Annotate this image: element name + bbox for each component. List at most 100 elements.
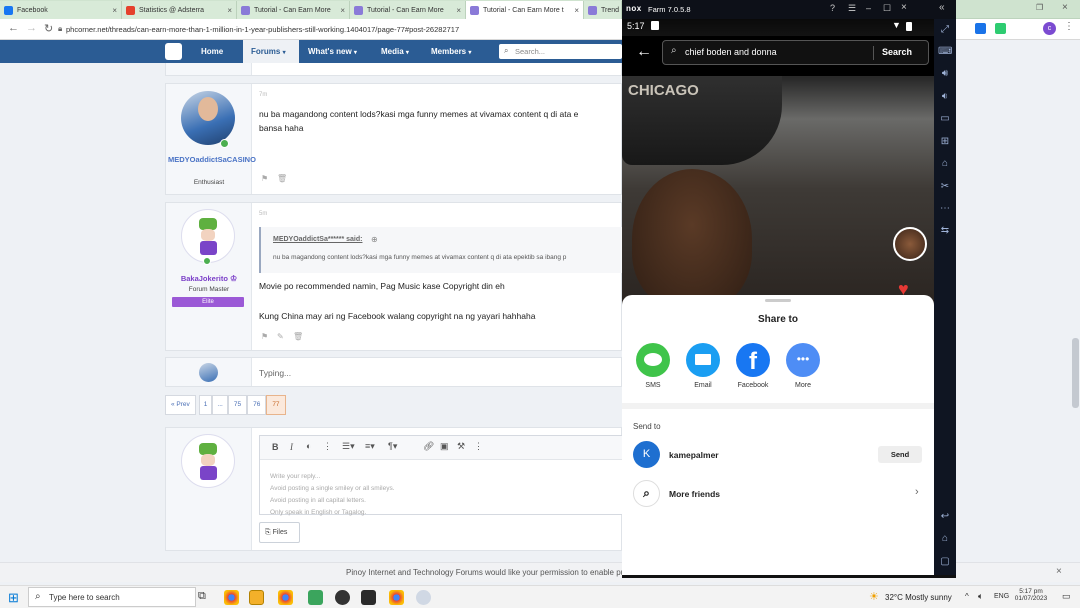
creator-avatar[interactable] xyxy=(893,227,927,261)
expand-quote-icon[interactable]: ⊕ xyxy=(371,235,378,244)
menu-icon[interactable]: ☰ xyxy=(848,3,856,14)
bold-icon[interactable]: B xyxy=(272,442,279,452)
close-icon[interactable]: × xyxy=(901,2,907,13)
quote-author[interactable]: MEDYOaddictSa****** said: xyxy=(273,236,362,243)
username[interactable]: BakaJokerito ♔ xyxy=(168,274,250,284)
files-button[interactable]: ⎘ Files xyxy=(259,522,300,543)
close-icon[interactable]: × xyxy=(1056,566,1062,577)
taskbar-search[interactable]: ⌕ Type here to search xyxy=(28,587,196,607)
contact-name[interactable]: kamepalmer xyxy=(669,450,719,460)
page-1-button[interactable]: 1 xyxy=(198,395,213,415)
tab-tutorial-1[interactable]: Tutorial - Can Earn More × xyxy=(237,1,350,19)
site-logo[interactable] xyxy=(165,43,182,60)
more-options-icon[interactable]: ⋮ xyxy=(474,441,483,452)
nox-taskbar-icon[interactable] xyxy=(361,590,376,605)
nav-whats-new[interactable]: What's new ▾ xyxy=(308,40,357,63)
close-icon[interactable]: × xyxy=(340,6,345,15)
url-field[interactable]: phcorner.net/threads/can-earn-more-than-… xyxy=(66,22,626,37)
back-icon[interactable]: ↩ xyxy=(938,511,952,522)
scissors-icon[interactable]: ✂ xyxy=(938,181,952,192)
email-icon[interactable] xyxy=(686,343,720,377)
close-icon[interactable]: × xyxy=(456,6,461,15)
fullscreen-icon[interactable]: ⤢ xyxy=(938,24,952,35)
sms-icon[interactable] xyxy=(636,343,670,377)
menu-kebab-icon[interactable]: ⋮ xyxy=(1064,21,1074,32)
volume-down-icon[interactable]: 🔉︎ xyxy=(938,91,952,102)
home-icon[interactable]: ⌂ xyxy=(938,533,952,544)
tab-trend[interactable]: Trend xyxy=(584,1,622,19)
more-formatting-icon[interactable]: ⋮ xyxy=(323,441,332,452)
page-77-current[interactable]: 77 xyxy=(266,395,286,415)
reload-icon[interactable]: ↻ xyxy=(44,22,53,35)
chevron-up-icon[interactable]: ^ xyxy=(965,592,969,601)
search-button[interactable]: Search xyxy=(882,47,912,57)
more-friends-link[interactable]: More friends xyxy=(669,489,720,499)
forward-icon[interactable]: → xyxy=(26,22,37,34)
language-indicator[interactable]: ENG xyxy=(994,593,1009,600)
edit-icon[interactable]: ✎ xyxy=(277,332,284,341)
task-view-icon[interactable]: ⧉ xyxy=(198,590,206,603)
facebook-icon[interactable]: f xyxy=(736,343,770,377)
share-sms-label[interactable]: SMS xyxy=(628,382,678,389)
contact-avatar[interactable]: K xyxy=(633,441,660,468)
chrome-icon[interactable] xyxy=(224,590,239,605)
back-icon[interactable]: ← xyxy=(8,22,19,34)
app-icon[interactable] xyxy=(308,590,323,605)
flag-icon[interactable]: ⚑ xyxy=(261,174,268,183)
more-icon[interactable]: ⋯ xyxy=(938,203,952,214)
screen-icon[interactable]: ▭ xyxy=(938,113,952,124)
image-icon[interactable]: ▣ xyxy=(440,441,449,452)
app-icon[interactable] xyxy=(416,590,431,605)
align-icon[interactable]: ≡▾ xyxy=(365,441,375,452)
notifications-icon[interactable]: ▭ xyxy=(1062,591,1071,602)
tab-facebook[interactable]: Facebook × xyxy=(0,1,122,19)
minimize-icon[interactable]: – xyxy=(866,3,871,13)
tab-adsterra[interactable]: Statistics @ Adsterra × xyxy=(122,1,237,19)
editor-area[interactable]: B I ◐ ⋮ ☰▾ ≡▾ ¶▾ 🔗︎ ▣ ⚒ ⋮ Write your rep… xyxy=(259,435,624,516)
clock[interactable]: 5:17 pm 01/07/2023 xyxy=(1014,588,1048,602)
extension-icon[interactable] xyxy=(975,23,986,34)
app-icon[interactable] xyxy=(335,590,350,605)
trash-icon[interactable]: 🗑︎ xyxy=(293,332,303,341)
scrollbar-thumb[interactable] xyxy=(1072,338,1079,408)
close-icon[interactable]: × xyxy=(112,6,117,15)
sticky-notes-icon[interactable] xyxy=(249,590,264,605)
share-facebook-label[interactable]: Facebook xyxy=(728,382,778,389)
nav-members[interactable]: Members ▾ xyxy=(431,40,471,63)
share-more-label[interactable]: More xyxy=(778,382,828,389)
link-icon[interactable]: 🔗︎ xyxy=(423,441,434,452)
windows-start-icon[interactable]: ⊞ xyxy=(8,590,19,606)
page-76-button[interactable]: 76 xyxy=(247,395,267,415)
close-window-icon[interactable]: × xyxy=(1062,2,1068,13)
italic-icon[interactable]: I xyxy=(290,442,293,452)
chrome-icon[interactable] xyxy=(389,590,404,605)
recent-apps-icon[interactable]: ▢ xyxy=(938,556,952,567)
toolbox-icon[interactable]: ⌂ xyxy=(938,158,952,169)
post-time[interactable]: 7m xyxy=(259,92,267,98)
drag-handle[interactable] xyxy=(765,299,791,302)
volume-up-icon[interactable]: 🔊︎ xyxy=(938,68,952,79)
username[interactable]: MEDYOaddictSaCASINO xyxy=(168,155,256,165)
tab-tutorial-2[interactable]: Tutorial - Can Earn More × xyxy=(350,1,466,19)
chrome-icon[interactable] xyxy=(278,590,293,605)
collapse-sidebar-icon[interactable]: « xyxy=(939,2,945,13)
nav-home[interactable]: Home xyxy=(201,40,223,63)
avatar[interactable] xyxy=(181,91,235,145)
add-apk-icon[interactable]: ⊞ xyxy=(938,136,952,147)
restore-icon[interactable]: ❐ xyxy=(1036,3,1043,12)
list-icon[interactable]: ☰▾ xyxy=(342,441,355,452)
send-button[interactable]: Send xyxy=(878,446,922,463)
profile-avatar[interactable]: c xyxy=(1043,22,1056,35)
more-dots-icon[interactable]: ••• xyxy=(786,343,820,377)
palette-icon[interactable]: ◐ xyxy=(306,441,311,451)
post-time[interactable]: 5m xyxy=(259,211,267,217)
nav-media[interactable]: Media ▾ xyxy=(381,40,409,63)
maximize-icon[interactable]: ☐ xyxy=(883,3,891,14)
speaker-icon[interactable]: 🔈︎ xyxy=(978,591,983,602)
nav-forums[interactable]: Forums ▾ xyxy=(243,40,299,63)
back-arrow-icon[interactable]: ← xyxy=(636,43,652,61)
search-input[interactable]: Search... xyxy=(499,44,622,59)
avatar[interactable] xyxy=(181,209,235,263)
extension-icon[interactable] xyxy=(995,23,1006,34)
share-email-label[interactable]: Email xyxy=(678,382,728,389)
